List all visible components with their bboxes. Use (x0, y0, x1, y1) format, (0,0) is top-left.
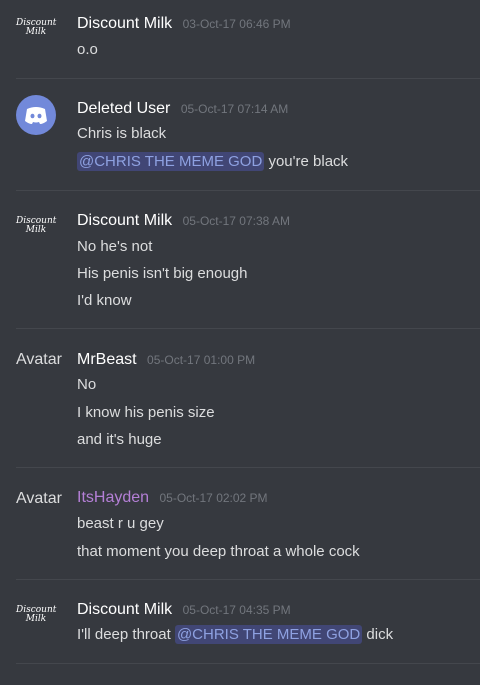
timestamp: 05-Oct-17 07:14 AM (180, 102, 289, 116)
user-mention[interactable]: @CHRIS THE MEME GOD (77, 152, 265, 171)
user-mention[interactable]: @CHRIS THE MEME GOD (174, 625, 363, 644)
message-group: Avatar ItsHayden 05-Oct-17 02:02 PM beas… (16, 468, 480, 580)
message-header: Discount Milk 03-Oct-17 06:46 PM (77, 15, 291, 33)
avatar-logo-text: Milk (25, 27, 47, 37)
timestamp: 03-Oct-17 06:46 PM (182, 17, 291, 31)
message-header: MrBeast 05-Oct-17 01:00 PM (77, 351, 255, 369)
username[interactable]: Deleted User (77, 100, 170, 117)
avatar[interactable]: Discount Milk (16, 604, 56, 646)
avatar[interactable]: Avatar (16, 351, 62, 391)
message-text: No (77, 376, 97, 393)
message-text: beast r u gey (77, 515, 164, 532)
avatar-logo-text: Milk (25, 614, 47, 624)
username[interactable]: Discount Milk (77, 212, 172, 229)
message-text: Chris is black (77, 125, 167, 142)
message-group: Avatar MrBeast 05-Oct-17 01:00 PM No I k… (16, 329, 480, 468)
timestamp: 05-Oct-17 04:35 PM (182, 603, 291, 617)
username[interactable]: Discount Milk (77, 601, 172, 618)
message-header: Discount Milk 05-Oct-17 04:35 PM (77, 601, 291, 619)
message-text: @CHRIS THE MEME GOD you're black (77, 152, 349, 171)
avatar-logo-text: Milk (25, 225, 47, 235)
avatar[interactable]: Discount Milk (16, 17, 56, 59)
avatar[interactable]: Discount Milk (16, 215, 56, 257)
message-text: that moment you deep throat a whole cock (77, 543, 360, 560)
username[interactable]: ItsHayden (77, 489, 149, 506)
timestamp: 05-Oct-17 07:38 AM (182, 214, 290, 228)
message-text: I'll deep throat @CHRIS THE MEME GOD dic… (77, 625, 394, 644)
message-group: Deleted User 05-Oct-17 07:14 AM Chris is… (16, 79, 480, 191)
message-header: ItsHayden 05-Oct-17 02:02 PM (77, 489, 268, 507)
message-text: and it's huge (77, 431, 162, 448)
timestamp: 05-Oct-17 02:02 PM (159, 491, 268, 505)
chat-log: Discount Milk Discount Milk 03-Oct-17 06… (0, 0, 480, 664)
avatar[interactable]: Avatar (16, 490, 62, 530)
avatar[interactable] (16, 95, 56, 135)
message-text: I'd know (77, 292, 132, 309)
message-group: Discount Milk Discount Milk 05-Oct-17 07… (16, 191, 480, 329)
message-text: His penis isn't big enough (77, 265, 248, 282)
message-text: No he's not (77, 238, 153, 255)
message-text-fragment: you're black (268, 153, 349, 170)
username[interactable]: Discount Milk (77, 15, 172, 32)
message-text: I know his penis size (77, 404, 215, 421)
message-group: Discount Milk Discount Milk 03-Oct-17 06… (16, 0, 480, 79)
message-text-fragment: I'll deep throat (77, 626, 171, 643)
username[interactable]: MrBeast (77, 351, 137, 368)
discord-logo-icon (25, 107, 47, 124)
message-header: Discount Milk 05-Oct-17 07:38 AM (77, 212, 290, 230)
message-group: Discount Milk Discount Milk 05-Oct-17 04… (16, 580, 480, 664)
timestamp: 05-Oct-17 01:00 PM (147, 353, 256, 367)
message-text-fragment: dick (366, 626, 394, 643)
message-header: Deleted User 05-Oct-17 07:14 AM (77, 100, 288, 118)
message-text: o.o (77, 41, 98, 58)
